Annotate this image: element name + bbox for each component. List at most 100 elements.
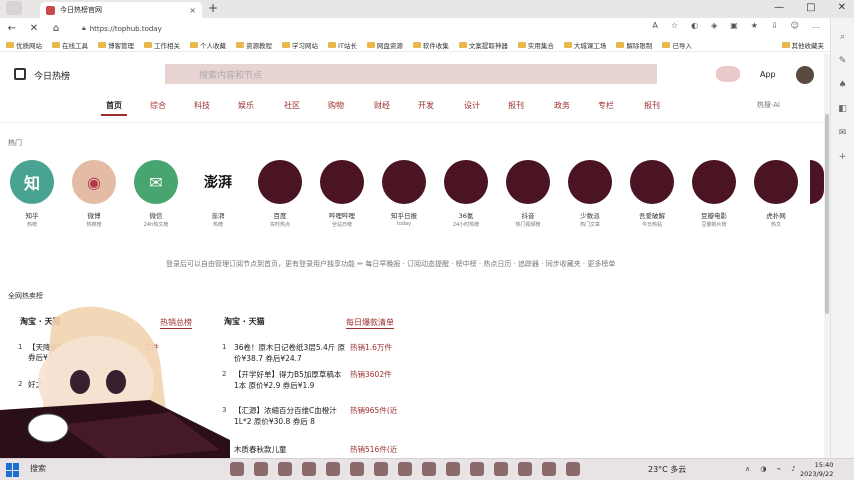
app-icon[interactable]	[350, 462, 364, 476]
site-name[interactable]: 今日热榜	[34, 69, 70, 82]
app-icon[interactable]	[422, 462, 436, 476]
bookmark-item[interactable]: 工作相关	[144, 40, 180, 50]
category-tab[interactable]: 财经	[374, 100, 390, 111]
profile-icon[interactable]: ☺	[791, 21, 799, 30]
minimize-button[interactable]: —	[774, 2, 784, 13]
product-item[interactable]: 【开学好单】得力B5加厚草稿本1本 原价¥2.9 券后¥1.9	[234, 369, 346, 391]
close-window-button[interactable]: ✕	[838, 2, 846, 13]
add-panel-icon[interactable]: +	[831, 152, 854, 162]
search-input[interactable]: 搜索内容和节点	[165, 64, 657, 84]
ai-hot-link[interactable]: 热搜·AI	[757, 100, 780, 110]
tab-actions-button[interactable]	[6, 1, 22, 15]
maximize-button[interactable]: □	[806, 2, 815, 13]
back-icon[interactable]: ←	[6, 23, 18, 34]
downloads-icon[interactable]: ⇩	[771, 21, 778, 30]
category-tab[interactable]: 设计	[464, 100, 480, 111]
category-tab[interactable]: 报刊	[508, 100, 524, 111]
collections-icon[interactable]: ▣	[730, 21, 738, 30]
platform-item[interactable]: ✉ 微信 24h热文榜	[134, 160, 178, 228]
app-icon[interactable]	[374, 462, 388, 476]
office-panel-icon[interactable]: ◧	[831, 104, 854, 114]
browser-tab-active[interactable]: 今日热榜官网 ×	[40, 2, 202, 18]
app-icon[interactable]	[566, 462, 580, 476]
category-tab[interactable]: 社区	[284, 100, 300, 111]
product-item[interactable]: 券后¥3.…	[28, 352, 140, 363]
product-item[interactable]: 【汇源】浓缩百分百维C血橙汁1L*2 原价¥30.8 券后 8	[234, 405, 346, 427]
app-icon[interactable]	[326, 462, 340, 476]
bookmark-item[interactable]: 软件收集	[412, 40, 449, 50]
store-icon[interactable]	[278, 462, 292, 476]
login-tip[interactable]: 登录后可以自由管理订阅节点到首页，更有登录用户独享功能 ✏ 每日早晚报 · 订阅…	[166, 259, 615, 269]
favorite-star-icon[interactable]: ☆	[671, 21, 678, 30]
platform-item[interactable]: 抖音 热门视频榜	[506, 160, 550, 228]
platform-item[interactable]: 百度 实时热点	[258, 160, 302, 228]
category-tab[interactable]: 娱乐	[238, 100, 254, 111]
bookmark-item[interactable]: 在线工具	[52, 40, 88, 50]
bookmark-item[interactable]: 网盘资源	[366, 40, 403, 50]
platform-item[interactable]: 吾爱破解 今日热帖	[630, 160, 674, 228]
platform-item[interactable]: 虎扑网 热文	[754, 160, 798, 228]
extension-icon[interactable]: ◐	[691, 21, 698, 30]
taskbar-search[interactable]: 搜索	[30, 463, 46, 474]
category-tab[interactable]: 开发	[418, 100, 434, 111]
more-menu-icon[interactable]: …	[812, 21, 820, 30]
outlook-panel-icon[interactable]: ✉	[831, 128, 854, 138]
bookmark-item[interactable]: 资源教程	[236, 40, 272, 50]
bookmark-item[interactable]: 实用集合	[517, 40, 554, 50]
category-tab[interactable]: 政务	[554, 100, 570, 111]
bookmark-item[interactable]: 大城课工场	[563, 40, 606, 50]
bookmark-item[interactable]: 优质网站	[6, 40, 42, 50]
clock[interactable]: 15:40 2023/9/22	[800, 461, 833, 479]
category-tab[interactable]: 报刊	[644, 100, 660, 111]
search-panel-icon[interactable]: ⌕	[831, 32, 854, 42]
read-aloud-icon[interactable]: A	[652, 21, 657, 30]
product-item[interactable]: 36卷！原木日记卷纸3层5.4斤 原价¥38.7 券后¥24.7	[234, 342, 346, 364]
app-icon[interactable]	[494, 462, 508, 476]
platform-item[interactable]: 知知乎 热榜	[10, 160, 54, 228]
platform-item[interactable]: 知乎日报 today	[382, 160, 426, 227]
panel-tab[interactable]: 热销总榜	[160, 317, 192, 329]
scrollbar-thumb[interactable]	[825, 114, 829, 314]
bookmark-item[interactable]: 学习网站	[282, 40, 318, 50]
tools-panel-icon[interactable]: ✎	[831, 56, 854, 66]
app-icon[interactable]	[518, 462, 532, 476]
windows-start-icon[interactable]	[6, 463, 20, 477]
category-tab[interactable]: 购物	[328, 100, 344, 111]
category-tab[interactable]: 专栏	[598, 100, 614, 111]
platform-item-partial[interactable]	[810, 160, 824, 204]
category-tab[interactable]: 首页	[101, 100, 127, 116]
product-item[interactable]: 好之…	[28, 379, 140, 390]
platform-item[interactable]: 豆瓣电影 豆瓣新片榜	[692, 160, 736, 228]
category-tab[interactable]: 综合	[150, 100, 166, 111]
avatar[interactable]	[796, 66, 814, 84]
games-panel-icon[interactable]: ♠	[831, 80, 854, 90]
platform-item[interactable]: ◉ 微博 热搜榜	[72, 160, 116, 228]
bookmark-item[interactable]: IT站长	[328, 40, 357, 50]
browser-icon[interactable]	[254, 462, 268, 476]
product-item[interactable]: 木质春秋款儿童	[234, 444, 346, 455]
app-icon[interactable]	[398, 462, 412, 476]
bookmark-item[interactable]: 文案提取神器	[458, 40, 508, 50]
app-icon[interactable]	[542, 462, 556, 476]
app-link[interactable]: App	[760, 70, 776, 79]
other-favorites[interactable]: 其他收藏夹	[781, 40, 824, 50]
app-icon[interactable]	[470, 462, 484, 476]
bookmark-item[interactable]: 已导入	[662, 40, 692, 50]
page-scrollbar[interactable]	[824, 54, 830, 458]
system-tray[interactable]: ∧ ◑ ⌁ ♪	[745, 465, 800, 473]
new-tab-button[interactable]: +	[208, 1, 218, 15]
app-icon[interactable]	[446, 462, 460, 476]
bookmark-item[interactable]: 解除限制	[616, 40, 652, 50]
bookmark-item[interactable]: 博客管理	[98, 40, 134, 50]
category-tab[interactable]: 科技	[194, 100, 210, 111]
bookmark-item[interactable]: 个人收藏	[190, 40, 226, 50]
file-explorer-icon[interactable]	[230, 462, 244, 476]
app-icon[interactable]	[302, 462, 316, 476]
favorites-icon[interactable]: ★	[751, 21, 758, 30]
tab-close-icon[interactable]: ×	[189, 6, 196, 15]
weather-widget[interactable]: 23°C 多云	[648, 464, 686, 475]
stop-icon[interactable]: ✕	[28, 23, 40, 34]
site-logo-icon[interactable]	[14, 68, 26, 80]
panel-tab[interactable]: 每日爆款清单	[346, 317, 394, 329]
platform-item[interactable]: 36氪 24小时热榜	[444, 160, 488, 228]
